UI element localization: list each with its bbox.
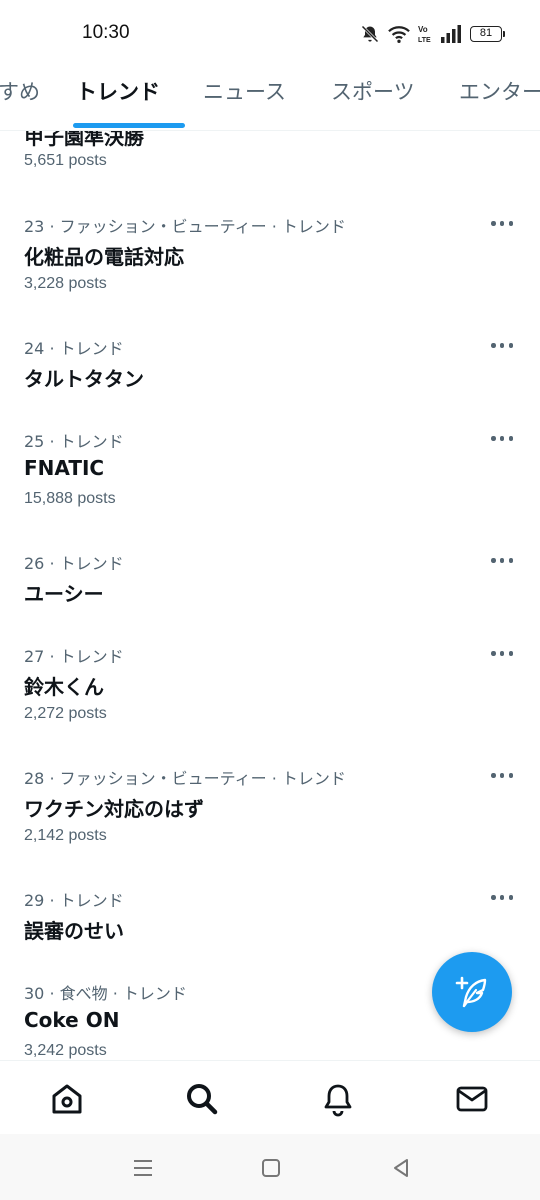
trend-title: 化粧品の電話対応 <box>24 245 184 269</box>
tab-sports[interactable]: スポーツ <box>331 76 415 106</box>
tab-entertainment[interactable]: エンター <box>459 76 540 106</box>
trend-item[interactable]: 25 · トレンド FNATIC 15,888 posts <box>0 428 540 528</box>
more-icon[interactable] <box>491 558 513 564</box>
svg-text:Vo: Vo <box>418 25 428 34</box>
trend-title: ワクチン対応のはず <box>24 797 204 821</box>
nav-home[interactable] <box>47 1079 87 1119</box>
battery-indicator: 81 <box>470 26 505 42</box>
status-icons: Vo LTE 81 <box>360 22 505 46</box>
trend-meta: 25 · トレンド <box>24 432 124 451</box>
trend-post-count: 3,242 posts <box>24 1042 107 1059</box>
trend-title: 鈴木くん <box>24 675 104 699</box>
trend-post-count: 15,888 posts <box>24 490 116 507</box>
trend-item[interactable]: 27 · トレンド 鈴木くん 2,272 posts <box>0 643 540 743</box>
nav-search[interactable] <box>182 1079 222 1119</box>
trend-item[interactable]: 29 · トレンド 誤審のせい <box>0 887 540 957</box>
trend-item[interactable]: 甲子園準決勝 5,651 posts <box>0 131 540 191</box>
trend-meta: 27 · トレンド <box>24 647 124 666</box>
trend-title: FNATIC <box>24 456 105 480</box>
trend-post-count: 3,228 posts <box>24 275 107 292</box>
trend-meta: 30 · 食べ物 · トレンド <box>24 984 187 1003</box>
compose-post-icon <box>455 976 487 1008</box>
nav-messages[interactable] <box>452 1079 492 1119</box>
bottom-navigation <box>0 1060 540 1135</box>
trend-post-count: 5,651 posts <box>24 152 107 169</box>
square-icon <box>262 1159 280 1177</box>
nav-notifications[interactable] <box>318 1079 358 1119</box>
compose-post-button[interactable] <box>432 952 512 1032</box>
active-tab-indicator <box>73 123 185 128</box>
explore-tabs: すめ トレンド ニュース スポーツ エンター <box>0 68 540 131</box>
trend-post-count: 2,142 posts <box>24 827 107 844</box>
system-back-button[interactable] <box>386 1154 416 1182</box>
trend-title: 甲子園準決勝 <box>24 131 144 149</box>
trend-title: タルトタタン <box>24 367 144 391</box>
trend-item[interactable]: 26 · トレンド ユーシー <box>0 550 540 620</box>
svg-text:LTE: LTE <box>418 37 431 44</box>
volte-icon: Vo LTE <box>418 25 431 44</box>
trend-list: 甲子園準決勝 5,651 posts 23 · ファッション・ビューティー · … <box>0 131 540 1060</box>
trend-meta: 23 · ファッション・ビューティー · トレンド <box>24 217 346 236</box>
signal-icon <box>441 25 461 43</box>
menu-icon <box>134 1160 152 1176</box>
bell-icon <box>324 1084 352 1117</box>
trend-item[interactable]: 23 · ファッション・ビューティー · トレンド 化粧品の電話対応 3,228… <box>0 213 540 313</box>
trend-item[interactable]: 28 · ファッション・ビューティー · トレンド ワクチン対応のはず 2,14… <box>0 765 540 865</box>
recents-button[interactable] <box>128 1154 158 1182</box>
trend-title: 誤審のせい <box>24 919 124 943</box>
more-icon[interactable] <box>491 895 513 901</box>
tab-news[interactable]: ニュース <box>203 76 286 106</box>
system-navigation-bar <box>0 1134 540 1200</box>
wifi-icon <box>388 26 410 43</box>
trend-meta: 28 · ファッション・ビューティー · トレンド <box>24 769 346 788</box>
more-icon[interactable] <box>491 221 513 227</box>
trend-meta: 24 · トレンド <box>24 339 124 358</box>
mail-icon <box>456 1086 488 1112</box>
tab-trends[interactable]: トレンド <box>76 76 160 106</box>
trend-post-count: 2,272 posts <box>24 705 107 722</box>
back-triangle-icon <box>394 1159 408 1177</box>
bell-off-icon <box>361 25 379 43</box>
home-icon <box>52 1084 82 1114</box>
status-time: 10:30 <box>82 22 130 43</box>
more-icon[interactable] <box>491 651 513 657</box>
status-bar: 10:30 Vo LTE 81 <box>0 0 540 68</box>
trend-meta: 26 · トレンド <box>24 554 124 573</box>
trend-title: ユーシー <box>24 582 104 606</box>
more-icon[interactable] <box>491 343 513 349</box>
system-home-button[interactable] <box>256 1154 286 1182</box>
trend-item[interactable]: 24 · トレンド タルトタタン <box>0 335 540 405</box>
more-icon[interactable] <box>491 436 513 442</box>
tab-osusume[interactable]: すめ <box>0 76 40 106</box>
trend-meta: 29 · トレンド <box>24 891 124 910</box>
trend-title: Coke ON <box>24 1008 120 1032</box>
search-icon <box>187 1084 218 1115</box>
more-icon[interactable] <box>491 773 513 779</box>
